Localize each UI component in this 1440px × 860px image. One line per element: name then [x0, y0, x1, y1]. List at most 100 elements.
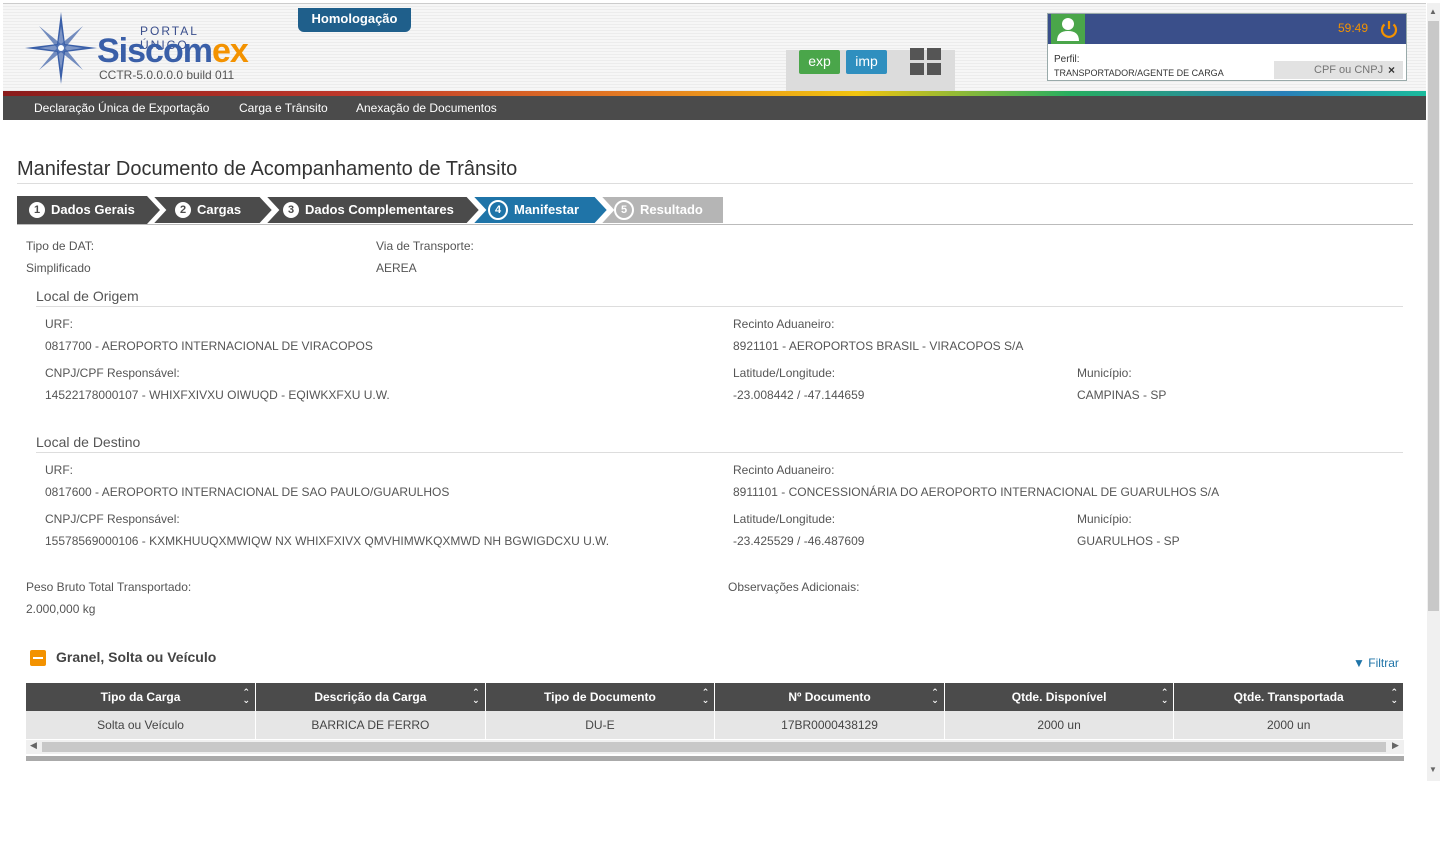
- table-row[interactable]: Solta ou Veículo BARRICA DE FERRO DU-E 1…: [26, 711, 1404, 739]
- horizontal-scroll-thumb[interactable]: [42, 742, 1386, 752]
- brand-name: Siscomex: [97, 32, 249, 71]
- sort-icon[interactable]: ⌃ ⌄: [1161, 688, 1169, 705]
- menu-item-due[interactable]: Declaração Única de Exportação: [34, 101, 209, 115]
- origem-urf-value: 0817700 - AEROPORTO INTERNACIONAL DE VIR…: [45, 339, 373, 353]
- step-label: Manifestar: [514, 202, 580, 217]
- carga-panel-title: Granel, Solta ou Veículo: [56, 649, 217, 665]
- table-header-row: Tipo da Carga ⌃ ⌄ Descrição da Carga ⌃ ⌄ Tip…: [26, 683, 1404, 711]
- destino-cnpj-value: 15578569000106 - KXMKHUUQXMWIQW NX WHIXF…: [45, 534, 610, 548]
- scroll-down-arrow[interactable]: ▼: [1429, 765, 1437, 774]
- cell-tipo-carga: Solta ou Veículo: [26, 711, 257, 739]
- origem-section-title: Local de Origem: [36, 288, 139, 304]
- user-avatar-icon[interactable]: [1051, 14, 1085, 44]
- column-label: Tipo de Documento: [544, 690, 656, 704]
- step-number: 5: [614, 200, 634, 220]
- origem-municipio-label: Município:: [1077, 366, 1132, 380]
- origem-recinto-value: 8921101 - AEROPORTOS BRASIL - VIRACOPOS …: [733, 339, 1024, 353]
- column-header-tipo-carga[interactable]: Tipo da Carga ⌃ ⌄: [26, 683, 257, 711]
- user-panel-header: 59:49: [1048, 14, 1406, 44]
- wizard-step-3[interactable]: 3 Dados Complementares: [283, 196, 454, 224]
- step-number: 3: [283, 202, 299, 218]
- tipo-dat-value: Simplificado: [26, 261, 91, 275]
- sort-icon[interactable]: ⌃ ⌄: [931, 688, 939, 705]
- peso-bruto-label: Peso Bruto Total Transportado:: [26, 580, 192, 594]
- siscomex-logo[interactable]: PORTAL ÚNICO Siscomex CCTR-5.0.0.0.0 bui…: [25, 12, 249, 84]
- destino-recinto-value: 8911101 - CONCESSIONÁRIA DO AEROPORTO IN…: [733, 485, 1220, 499]
- session-timer: 59:49: [1337, 21, 1368, 35]
- column-label: Nº Documento: [788, 690, 871, 704]
- origem-urf-label: URF:: [45, 317, 73, 331]
- cell-qtde-transportada: 2000 un: [1173, 711, 1404, 739]
- wizard-step-5[interactable]: 5 Resultado: [614, 196, 703, 224]
- main-content: Manifestar Documento de Acompanhamento d…: [0, 120, 1427, 860]
- cargas-table: Tipo da Carga ⌃ ⌄ Descrição da Carga ⌃ ⌄ Tip…: [26, 683, 1404, 739]
- sort-icon[interactable]: ⌃ ⌄: [472, 688, 480, 705]
- destino-recinto-label: Recinto Aduaneiro:: [733, 463, 835, 477]
- destino-urf-label: URF:: [45, 463, 73, 477]
- destino-cnpj-label: CNPJ/CPF Responsável:: [45, 512, 180, 526]
- peso-bruto-value: 2.000,000 kg: [26, 602, 96, 616]
- wizard-steps: 1 Dados Gerais 2 Cargas 3 Dados Complementa…: [17, 196, 724, 224]
- step-number: 1: [29, 202, 45, 218]
- step-number: 4: [488, 200, 508, 220]
- apps-grid-icon[interactable]: [910, 48, 942, 76]
- power-logout-icon[interactable]: [1378, 18, 1400, 40]
- origem-divider: [36, 306, 1403, 307]
- app-window: { "header": { "portal_label": "PORTAL ÚN…: [0, 0, 1440, 860]
- destino-municipio-label: Município:: [1077, 512, 1132, 526]
- menu-item-anexacao[interactable]: Anexação de Documentos: [356, 101, 497, 115]
- table-horizontal-scrollbar[interactable]: ◀ ▶: [26, 740, 1404, 754]
- scroll-right-arrow[interactable]: ▶: [1392, 740, 1399, 751]
- destino-urf-value: 0817600 - AEROPORTO INTERNACIONAL DE SAO…: [45, 485, 450, 499]
- environment-badge: Homologação: [298, 8, 411, 32]
- menu-item-carga-transito[interactable]: Carga e Trânsito: [239, 101, 328, 115]
- scroll-left-arrow[interactable]: ◀: [30, 740, 37, 751]
- page-vertical-scrollbar[interactable]: ▲ ▼: [1427, 3, 1440, 781]
- build-version: CCTR-5.0.0.0.0 build 011: [99, 68, 235, 82]
- user-panel: 59:49 Perfil: TRANSPORTADOR/AGENTE DE CA…: [1047, 13, 1407, 81]
- cell-num-documento: 17BR0000438129: [714, 711, 945, 739]
- cell-qtde-disponivel: 2000 un: [944, 711, 1175, 739]
- sort-icon[interactable]: ⌃ ⌄: [1390, 688, 1398, 705]
- observacoes-label: Observações Adicionais:: [728, 580, 860, 594]
- destino-latlon-value: -23.425529 / -46.487609: [733, 534, 865, 548]
- step-label: Cargas: [197, 202, 242, 217]
- cpf-cnpj-input[interactable]: [1274, 61, 1403, 79]
- collapse-panel-icon[interactable]: [30, 650, 46, 666]
- column-label: Qtde. Transportada: [1233, 690, 1344, 704]
- step-label: Resultado: [640, 202, 703, 217]
- filter-link[interactable]: ▼ Filtrar: [1353, 656, 1399, 670]
- scroll-thumb[interactable]: [1428, 21, 1439, 611]
- destino-section-title: Local de Destino: [36, 434, 141, 450]
- scroll-up-arrow[interactable]: ▲: [1429, 7, 1437, 16]
- table-bottom-border: [26, 756, 1404, 761]
- column-header-tipo-documento[interactable]: Tipo de Documento ⌃ ⌄: [485, 683, 716, 711]
- sort-icon[interactable]: ⌃ ⌄: [702, 688, 710, 705]
- perfil-value: TRANSPORTADOR/AGENTE DE CARGA: [1054, 68, 1224, 78]
- column-header-qtde-disponivel[interactable]: Qtde. Disponível ⌃ ⌄: [944, 683, 1175, 711]
- origem-recinto-label: Recinto Aduaneiro:: [733, 317, 835, 331]
- wizard-step-4[interactable]: 4 Manifestar: [488, 196, 579, 224]
- wizard-step-1[interactable]: 1 Dados Gerais: [29, 196, 135, 224]
- origem-municipio-value: CAMPINAS - SP: [1077, 388, 1167, 402]
- main-menu: Declaração Única de Exportação Carga e T…: [3, 96, 1426, 120]
- exp-button[interactable]: exp: [799, 50, 840, 74]
- wizard-step-2[interactable]: 2 Cargas: [175, 196, 241, 224]
- tipo-dat-label: Tipo de DAT:: [26, 239, 95, 253]
- via-transporte-value: AEREA: [376, 261, 417, 275]
- brand-main: Siscom: [97, 32, 213, 70]
- column-header-num-documento[interactable]: Nº Documento ⌃ ⌄: [714, 683, 945, 711]
- step-label: Dados Complementares: [305, 202, 454, 217]
- imp-button[interactable]: imp: [846, 50, 887, 74]
- column-header-descricao[interactable]: Descrição da Carga ⌃ ⌄: [255, 683, 486, 711]
- page-title: Manifestar Documento de Acompanhamento d…: [17, 158, 518, 180]
- column-label: Descrição da Carga: [314, 690, 427, 704]
- title-divider: [17, 183, 1413, 184]
- clear-cpf-icon[interactable]: ×: [1388, 63, 1395, 77]
- wizard-divider: [17, 224, 1413, 225]
- brand-accent: ex: [211, 32, 249, 70]
- perfil-label: Perfil:: [1054, 54, 1080, 65]
- column-label: Tipo da Carga: [100, 690, 181, 704]
- column-header-qtde-transportada[interactable]: Qtde. Transportada ⌃ ⌄: [1173, 683, 1404, 711]
- sort-icon[interactable]: ⌃ ⌄: [243, 688, 251, 705]
